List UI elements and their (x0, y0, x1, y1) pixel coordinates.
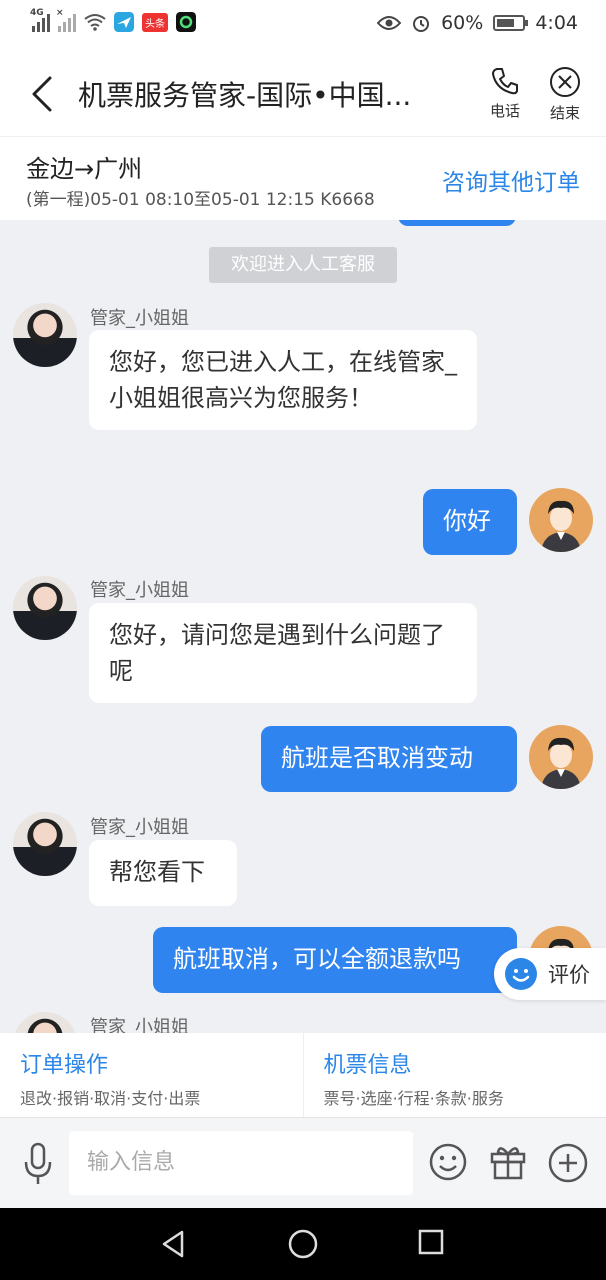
user-avatar[interactable] (529, 488, 593, 552)
recents-nav-icon[interactable] (417, 1228, 445, 1256)
agent-avatar[interactable] (13, 1012, 77, 1033)
page-title: 机票服务管家-国际•中国... (78, 79, 412, 112)
back-nav-icon[interactable] (158, 1228, 190, 1260)
clock: 4:04 (535, 12, 578, 34)
order-operations-title: 订单操作 (20, 1053, 109, 1078)
other-orders-link[interactable]: 咨询其他订单 (442, 163, 580, 197)
user-message: 航班是否取消变动 (261, 726, 517, 792)
user-message: 你好 (423, 489, 517, 555)
rate-label: 评价 (548, 963, 590, 987)
wifi-icon (84, 14, 106, 31)
close-circle-icon (550, 67, 580, 97)
travel-app-icon (114, 12, 134, 32)
phone-icon (492, 68, 518, 95)
agent-avatar[interactable] (13, 812, 77, 876)
agent-name: 管家_小姐姐 (90, 580, 189, 601)
agent-message: 您好，您已进入人工，在线管家_小姐姐很高兴为您服务！ (89, 330, 477, 430)
signal-icon: 4G (30, 8, 50, 32)
gift-icon[interactable] (488, 1142, 528, 1182)
quick-actions: 订单操作 退改·报销·取消·支付·出票 机票信息 票号·选座·行程·条款·服务 (0, 1033, 606, 1117)
flight-detail: (第一程)05-01 08:10至05-01 12:15 K6668 (26, 190, 375, 210)
flight-route: 金边→广州 (26, 155, 143, 183)
emoji-icon[interactable] (428, 1142, 468, 1182)
signal-icon-2: × (56, 8, 76, 32)
microphone-icon[interactable] (22, 1142, 54, 1186)
agent-name: 管家_小姐姐 (90, 308, 189, 329)
chat-header: 机票服务管家-国际•中国... 电话 结束 (0, 52, 606, 136)
back-arrow-icon[interactable] (26, 74, 60, 114)
system-message: 欢迎进入人工客服 (209, 247, 397, 283)
end-chat-button[interactable]: 结束 (540, 66, 590, 123)
rate-button[interactable]: 评价 (494, 948, 606, 1000)
agent-message: 帮您看下 (89, 840, 237, 906)
chat-area[interactable]: 欢迎进入人工客服 管家_小姐姐 您好，您已进入人工，在线管家_小姐姐很高兴为您服… (0, 220, 606, 1033)
battery-percent: 60% (441, 12, 484, 34)
news-app-icon: 头条 (142, 12, 168, 32)
message-input[interactable]: 输入信息 (69, 1131, 413, 1195)
camera-app-icon (176, 12, 196, 32)
user-avatar[interactable] (529, 725, 593, 789)
add-icon[interactable] (547, 1142, 589, 1184)
status-bar: 4G × 头条 60% 4:04 (0, 0, 606, 52)
agent-name: 管家_小姐姐 (90, 817, 189, 838)
phone-label: 电话 (489, 102, 520, 120)
end-label: 结束 (549, 104, 580, 122)
ticket-info-title: 机票信息 (323, 1053, 412, 1078)
ticket-info-button[interactable]: 机票信息 票号·选座·行程·条款·服务 (304, 1033, 606, 1117)
order-operations-button[interactable]: 订单操作 退改·报销·取消·支付·出票 (0, 1033, 304, 1117)
home-nav-icon[interactable] (287, 1228, 319, 1260)
order-summary[interactable]: 金边→广州 (第一程)05-01 08:10至05-01 12:15 K6668… (0, 136, 606, 220)
agent-avatar[interactable] (13, 576, 77, 640)
agent-message: 您好，请问您是遇到什么问题了呢 (89, 603, 477, 703)
battery-icon (493, 15, 529, 31)
input-bar: 输入信息 (0, 1117, 606, 1208)
ticket-info-sub: 票号·选座·行程·条款·服务 (323, 1089, 504, 1108)
previous-message-bubble (398, 220, 516, 226)
alarm-icon (413, 16, 430, 32)
user-message: 航班取消，可以全额退款吗 (153, 927, 517, 993)
system-navigation-bar (0, 1208, 606, 1280)
agent-name: 管家_小姐姐 (90, 1017, 189, 1033)
user-face-icon (541, 500, 581, 552)
user-face-icon (541, 737, 581, 789)
agent-avatar[interactable] (13, 303, 77, 367)
eye-icon (377, 16, 402, 30)
phone-button[interactable]: 电话 (480, 66, 530, 121)
order-operations-sub: 退改·报销·取消·支付·出票 (20, 1089, 201, 1108)
smile-icon (505, 958, 537, 990)
